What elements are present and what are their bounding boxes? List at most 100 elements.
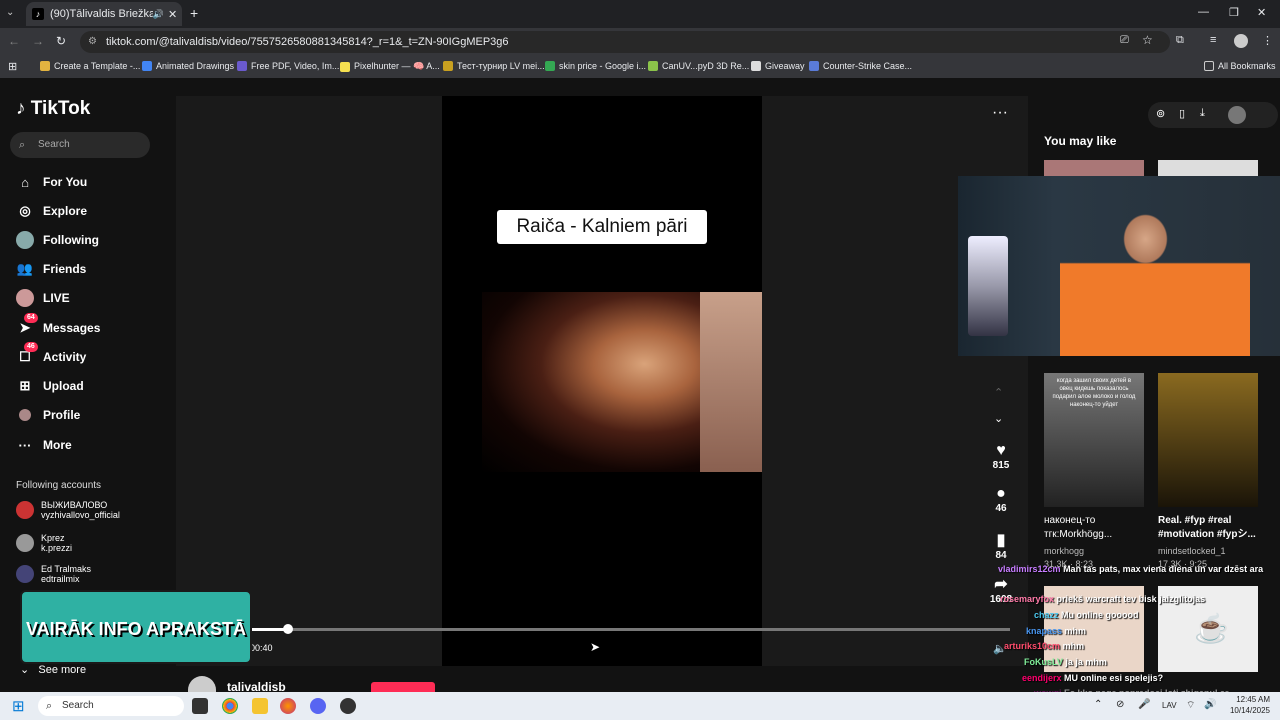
minimize-icon[interactable]: — <box>1198 6 1209 18</box>
bookmark-star-icon[interactable]: ☆ <box>1142 33 1153 47</box>
wifi-icon[interactable]: ⌔ <box>1186 699 1195 712</box>
file-explorer-icon[interactable] <box>252 698 268 714</box>
bookmark-favicon-icon <box>443 61 453 71</box>
microphone-icon[interactable]: 🎤 <box>1138 699 1150 710</box>
streamer-image <box>1060 200 1250 356</box>
card-author[interactable]: mindsetlocked_1 <box>1158 546 1226 556</box>
nav-upload[interactable]: ⊞ Upload <box>16 377 84 395</box>
bookmark-item[interactable]: Giveaway <box>751 61 805 71</box>
recommendation-card[interactable] <box>1044 160 1144 176</box>
address-bar-row: ← → ↻ ⚙ tiktok.com/@talivaldisb/video/75… <box>0 28 1280 56</box>
browser-menu-icon[interactable]: ⋮ <box>1262 34 1273 47</box>
account-handle: vyzhivallovo_official <box>41 510 120 520</box>
nav-explore[interactable]: ◎ Explore <box>16 202 87 220</box>
progress-bar[interactable] <box>250 624 1010 634</box>
windows-start-icon[interactable]: ⊞ <box>12 697 25 715</box>
video-player[interactable]: Raiča - Kalniem pāri ··· <box>176 96 1028 666</box>
share-icon: ➦ <box>994 576 1008 593</box>
home-icon: ⌂ <box>21 174 29 190</box>
recommendation-card[interactable]: когда зашил своих детей в овец кидешь по… <box>1044 373 1144 507</box>
next-video-icon[interactable]: ⌄ <box>994 412 1003 425</box>
language-indicator[interactable]: LAV <box>1162 701 1177 710</box>
bookmark-item[interactable]: Counter-Strike Case... <box>809 61 912 71</box>
profile-avatar-icon[interactable] <box>1234 34 1248 48</box>
like-button[interactable]: ♥ 815 <box>984 442 1018 471</box>
user-avatar[interactable] <box>1228 106 1246 124</box>
bookmark-favicon-icon <box>648 61 658 71</box>
bookmark-item[interactable]: skin price - Google i... <box>545 61 646 71</box>
bookmark-favicon-icon <box>40 61 50 71</box>
more-options-icon[interactable]: ··· <box>992 104 1008 122</box>
tray-chevron-icon[interactable]: ⌃ <box>1094 699 1102 710</box>
messages-icon: ➤ 64 <box>16 313 38 337</box>
nav-profile[interactable]: Profile <box>16 406 80 424</box>
bookmark-item[interactable]: Create a Template -... <box>40 61 140 71</box>
download-icon[interactable]: ⤓ <box>1200 107 1205 120</box>
device-icon[interactable]: ▯ <box>1179 107 1185 120</box>
nav-friends[interactable]: 👥 Friends <box>16 260 86 278</box>
maximize-icon[interactable]: ❐ <box>1229 6 1239 19</box>
chat-username: chazz <box>1034 610 1059 620</box>
audio-playing-icon[interactable]: 🔊 <box>153 9 164 20</box>
system-clock[interactable]: 12:45 AM 10/14/2025 <box>1222 694 1270 716</box>
discord-icon[interactable] <box>310 698 326 714</box>
following-account[interactable]: ВЫЖИВАЛОВО vyzhivallovo_official <box>16 500 120 520</box>
speaker-icon[interactable]: 🔊 <box>1204 699 1216 710</box>
taskbar-search[interactable]: ⌕ Search <box>38 696 184 716</box>
tab-close-icon[interactable]: ✕ <box>168 8 182 21</box>
card-title[interactable]: наконец-то тгк:Morkhögg... <box>1044 514 1154 542</box>
following-account[interactable]: Ed Tralmaks edtrailmix <box>16 564 91 584</box>
card-title[interactable]: Real. #fyp #real #motivation #fypシ... <box>1158 514 1268 542</box>
firefox-icon[interactable] <box>280 698 296 714</box>
nav-messages[interactable]: ➤ 64 Messages <box>16 313 100 337</box>
comment-count: 46 <box>995 503 1007 514</box>
obs-icon[interactable] <box>340 698 356 714</box>
tab-list-chevron-icon[interactable]: ⌄ <box>6 7 14 18</box>
video-frame[interactable]: Raiča - Kalniem pāri <box>442 96 762 666</box>
search-placeholder: Search <box>38 139 70 150</box>
apps-grid-icon[interactable]: ⊞ <box>8 60 17 73</box>
window-close-icon[interactable]: ✕ <box>1257 6 1266 19</box>
following-account[interactable]: Kprez k.prezzi <box>16 533 72 553</box>
nav-for-you[interactable]: ⌂ For You <box>16 173 87 191</box>
bookmark-item[interactable]: Pixelhunter — 🧠 A... <box>340 61 440 72</box>
card-author[interactable]: morkhogg <box>1044 546 1084 556</box>
nav-more[interactable]: ··· More <box>16 436 72 454</box>
chrome-icon[interactable] <box>222 698 238 714</box>
previous-video-icon[interactable]: ⌃ <box>994 386 1003 399</box>
bookmark-item[interactable]: Тест-турнир LV mei... <box>443 61 545 71</box>
nav-live[interactable]: LIVE <box>16 289 70 307</box>
all-bookmarks-button[interactable]: All Bookmarks <box>1204 61 1276 71</box>
bookmark-item[interactable]: Free PDF, Video, Im... <box>237 61 339 71</box>
comment-button[interactable]: ● 46 <box>984 485 1018 514</box>
tiktok-logo[interactable]: ♪ TikTok <box>16 98 90 120</box>
network-icon[interactable]: ⊘ <box>1116 699 1124 710</box>
media-icon[interactable]: ≡ <box>1210 34 1216 46</box>
video-caption: Raiča - Kalniem pāri <box>497 210 707 244</box>
recommendation-card[interactable] <box>1158 373 1258 507</box>
bookmark-item[interactable]: CanUV...pyD 3D Re... <box>648 61 749 71</box>
forward-icon[interactable]: → <box>32 34 44 48</box>
background-wall <box>700 292 762 472</box>
url-field[interactable]: ⚙ tiktok.com/@talivaldisb/video/75575265… <box>80 31 1170 53</box>
nav-label: Following <box>43 233 99 247</box>
task-view-icon[interactable] <box>192 698 208 714</box>
nav-activity[interactable]: ☐ 46 Activity <box>16 342 86 366</box>
search-input[interactable]: ⌕ Search <box>10 132 150 158</box>
extensions-icon[interactable]: ⧉ <box>1176 34 1184 47</box>
back-icon[interactable]: ← <box>8 34 20 48</box>
nav-following[interactable]: Following <box>16 231 99 249</box>
new-tab-icon[interactable]: + <box>190 5 198 21</box>
site-info-icon[interactable]: ⚙ <box>88 31 97 53</box>
progress-handle[interactable] <box>283 624 293 634</box>
save-button[interactable]: ▮ 84 <box>984 530 1018 561</box>
browser-tab[interactable]: ♪ (90)Tālivaldis Briežkalns (@ 🔊 ✕ <box>26 2 182 26</box>
reload-icon[interactable]: ↻ <box>56 34 66 48</box>
chat-message: rosemaryfox priekš warcraft tev bisk jai… <box>1000 594 1205 604</box>
follow-button[interactable] <box>371 682 435 692</box>
author-avatar[interactable] <box>188 676 216 692</box>
recommendation-card[interactable] <box>1158 160 1258 176</box>
bookmark-item[interactable]: Animated Drawings <box>142 61 234 71</box>
coin-icon[interactable]: ⊚ <box>1156 107 1165 120</box>
cast-icon[interactable]: ⎚ <box>1120 34 1129 47</box>
